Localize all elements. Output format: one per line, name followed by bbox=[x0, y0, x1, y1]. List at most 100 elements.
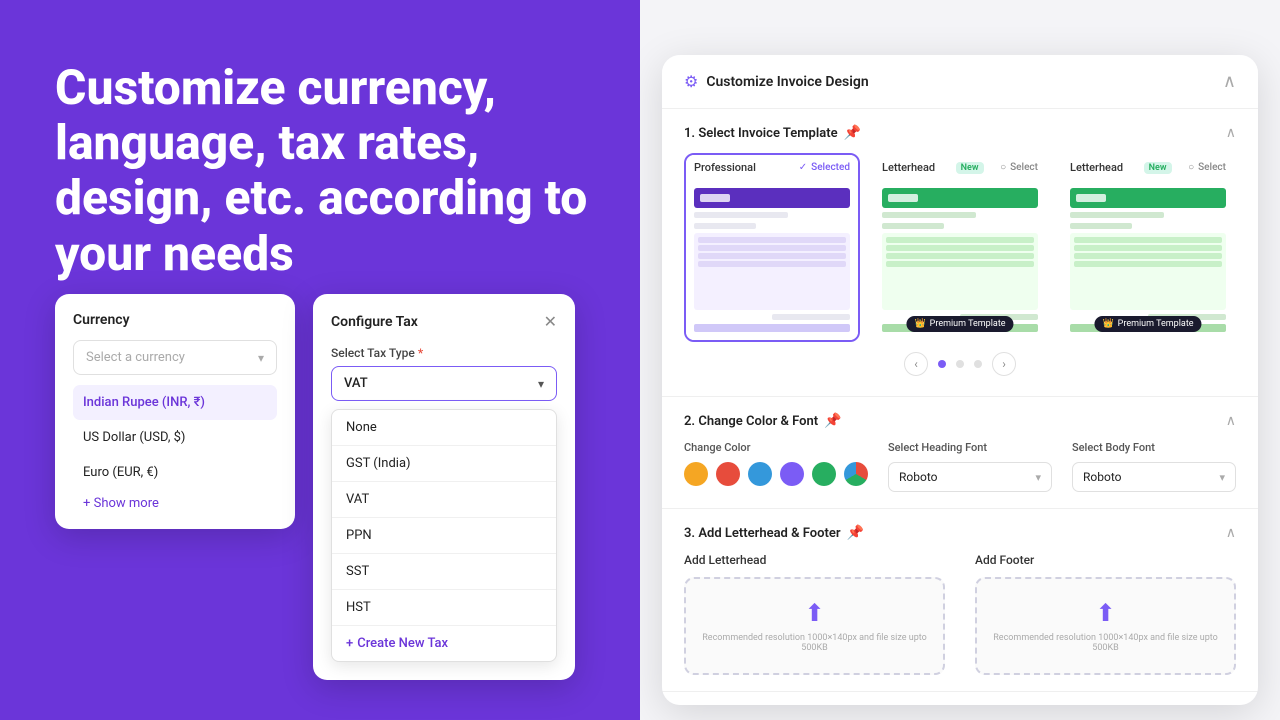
carousel-dot-1[interactable] bbox=[938, 360, 946, 368]
fake-invoice-purple bbox=[686, 180, 858, 340]
chevron-down-icon-4: ▾ bbox=[1219, 471, 1225, 484]
swatch-purple[interactable] bbox=[780, 462, 804, 486]
create-new-tax-button[interactable]: + Create New Tax bbox=[332, 626, 556, 661]
currency-card-title: Currency bbox=[73, 312, 277, 328]
template-letterhead-1[interactable]: Letterhead New ○ Select bbox=[872, 153, 1048, 342]
inv-row-7 bbox=[1070, 212, 1164, 218]
upload-letterhead-area[interactable]: ⬆ Recommended resolution 1000×140px and … bbox=[684, 577, 945, 675]
carousel-dot-2[interactable] bbox=[956, 360, 964, 368]
upload-icon: ⬆ bbox=[804, 599, 824, 627]
currency-option-eur[interactable]: Euro (EUR, €) bbox=[73, 455, 277, 490]
tax-type-label: Select Tax Type* bbox=[331, 346, 557, 360]
currency-option-inr[interactable]: Indian Rupee (INR, ₹) bbox=[73, 385, 277, 420]
inv-row-3 bbox=[772, 314, 850, 320]
inv-table-row-7 bbox=[886, 253, 1034, 259]
template-letterhead-2-name: Letterhead bbox=[1070, 161, 1123, 174]
upload-footer-area[interactable]: ⬆ Recommended resolution 1000×140px and … bbox=[975, 577, 1236, 675]
inv-logo-2 bbox=[888, 194, 918, 202]
template-letterhead-2-label: Letterhead New ○ Select bbox=[1062, 155, 1234, 180]
letterhead-section: 3. Add Letterhead & Footer 📌 ∧ Add Lette… bbox=[662, 509, 1258, 692]
section-3-collapse[interactable]: ∧ bbox=[1226, 525, 1236, 541]
show-more-link[interactable]: + Show more bbox=[73, 496, 277, 511]
body-font-col: Select Body Font Roboto ▾ bbox=[1072, 441, 1236, 492]
pdf-config-section: Final PDF Configurations ✓ Show Letterhe… bbox=[662, 692, 1258, 705]
heading-font-label: Select Heading Font bbox=[888, 441, 1052, 454]
inv-row-2 bbox=[694, 223, 756, 229]
body-font-label: Select Body Font bbox=[1072, 441, 1236, 454]
tax-option-hst[interactable]: HST bbox=[332, 590, 556, 626]
tax-type-dropdown[interactable]: VAT ▾ bbox=[331, 366, 557, 401]
currency-option-usd[interactable]: US Dollar (USD, $) bbox=[73, 420, 277, 455]
template-letterhead-2-preview: 👑 Premium Template bbox=[1062, 180, 1234, 340]
check-circle-icon: ○ bbox=[1000, 162, 1006, 173]
color-font-section: 2. Change Color & Font 📌 ∧ Change Color bbox=[662, 397, 1258, 509]
swatch-blue[interactable] bbox=[748, 462, 772, 486]
section-2-collapse[interactable]: ∧ bbox=[1226, 413, 1236, 429]
swatch-green[interactable] bbox=[812, 462, 836, 486]
inv-logo bbox=[700, 194, 730, 202]
inv-table-row-10 bbox=[1074, 245, 1222, 251]
section-2-title: 2. Change Color & Font 📌 bbox=[684, 413, 842, 429]
swatch-red[interactable] bbox=[716, 462, 740, 486]
tax-options-list: None GST (India) VAT PPN SST HST + Creat… bbox=[331, 409, 557, 662]
premium-badge-1: 👑 Premium Template bbox=[906, 316, 1013, 332]
template-letterhead-2[interactable]: Letterhead New ○ Select bbox=[1060, 153, 1236, 342]
template-professional-label: Professional ✓ Selected bbox=[686, 155, 858, 180]
section-collapse-icon[interactable]: ∧ bbox=[1226, 125, 1236, 141]
inv-table-row-9 bbox=[1074, 237, 1222, 243]
inv-header-2 bbox=[882, 188, 1038, 208]
select-action-2: ○ Select bbox=[1188, 162, 1226, 173]
collapse-icon[interactable]: ∧ bbox=[1223, 71, 1236, 92]
inv-table-row-8 bbox=[886, 261, 1034, 267]
inv-table-row-3 bbox=[698, 253, 846, 259]
currency-dropdown[interactable]: Select a currency ▾ bbox=[73, 340, 277, 375]
currency-options-list: Indian Rupee (INR, ₹) US Dollar (USD, $)… bbox=[73, 385, 277, 490]
pin-icon-3: 📌 bbox=[847, 525, 864, 541]
chevron-down-icon-3: ▾ bbox=[1035, 471, 1041, 484]
new-badge: New bbox=[956, 162, 984, 174]
template-letterhead-1-label: Letterhead New ○ Select bbox=[874, 155, 1046, 180]
chevron-down-icon: ▾ bbox=[538, 377, 544, 391]
change-color-label: Change Color bbox=[684, 441, 868, 454]
inv-row-8 bbox=[1070, 223, 1132, 229]
add-letterhead-label: Add Letterhead bbox=[684, 553, 945, 567]
heading-font-select[interactable]: Roboto ▾ bbox=[888, 462, 1052, 492]
inv-table-row-4 bbox=[698, 261, 846, 267]
modal-header: ⚙ Customize Invoice Design ∧ bbox=[662, 55, 1258, 109]
tax-option-vat[interactable]: VAT bbox=[332, 482, 556, 518]
check-icon: ✓ bbox=[799, 162, 807, 173]
change-color-col: Change Color bbox=[684, 441, 868, 486]
carousel-dot-3[interactable] bbox=[974, 360, 982, 368]
carousel-next[interactable]: › bbox=[992, 352, 1016, 376]
color-font-grid: Change Color Select Heading Font Roboto bbox=[684, 441, 1236, 492]
chevron-down-icon: ▾ bbox=[258, 351, 264, 365]
inv-row-1 bbox=[694, 212, 788, 218]
swatch-multicolor[interactable] bbox=[844, 462, 868, 486]
inv-table-row-12 bbox=[1074, 261, 1222, 267]
cards-area: Currency Select a currency ▾ Indian Rupe… bbox=[55, 294, 600, 680]
template-professional[interactable]: Professional ✓ Selected bbox=[684, 153, 860, 342]
inv-table-row-5 bbox=[886, 237, 1034, 243]
add-footer-label: Add Footer bbox=[975, 553, 1236, 567]
section-1-header: 1. Select Invoice Template 📌 ∧ bbox=[684, 125, 1236, 141]
currency-placeholder: Select a currency bbox=[86, 350, 185, 365]
inv-table-2 bbox=[882, 233, 1038, 310]
close-button[interactable]: ✕ bbox=[544, 312, 557, 332]
tax-card-header: Configure Tax ✕ bbox=[331, 312, 557, 332]
carousel-prev[interactable]: ‹ bbox=[904, 352, 928, 376]
tax-option-sst[interactable]: SST bbox=[332, 554, 556, 590]
tax-option-none[interactable]: None bbox=[332, 410, 556, 446]
tax-option-gst[interactable]: GST (India) bbox=[332, 446, 556, 482]
inv-table-row-11 bbox=[1074, 253, 1222, 259]
inv-header-3 bbox=[1070, 188, 1226, 208]
inv-row-5 bbox=[882, 223, 944, 229]
inv-table bbox=[694, 233, 850, 310]
templates-row: Professional ✓ Selected bbox=[684, 153, 1236, 342]
swatch-orange[interactable] bbox=[684, 462, 708, 486]
body-font-select[interactable]: Roboto ▾ bbox=[1072, 462, 1236, 492]
tax-option-ppn[interactable]: PPN bbox=[332, 518, 556, 554]
template-professional-preview bbox=[686, 180, 858, 340]
footer-upload-hint: Recommended resolution 1000×140px and fi… bbox=[987, 633, 1224, 653]
right-panel: ⚙ Customize Invoice Design ∧ 1. Select I… bbox=[640, 0, 1280, 720]
inv-table-row-6 bbox=[886, 245, 1034, 251]
